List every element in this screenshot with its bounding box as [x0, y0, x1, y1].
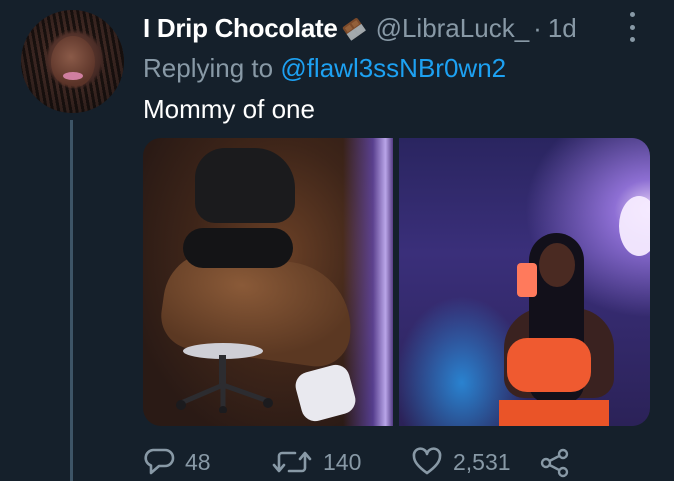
retweet-icon: [272, 451, 312, 473]
more-options-icon[interactable]: [626, 12, 638, 42]
reply-count: 48: [185, 449, 211, 475]
tweet-text: Mommy of one: [143, 94, 315, 124]
avatar-lips: [63, 72, 83, 80]
photo-left-chair: [176, 343, 273, 413]
photo-right-head: [539, 243, 575, 287]
photo-right-lamp: [619, 196, 650, 256]
photo-right-pants: [499, 400, 609, 426]
tweet-header: I Drip Chocolate @LibraLuck_ · 1d: [143, 11, 577, 45]
display-name[interactable]: I Drip Chocolate: [143, 11, 338, 45]
photo-left-bottom: [183, 228, 293, 268]
thread-connector-line: [70, 120, 73, 481]
separator-dot: ·: [533, 13, 542, 43]
replying-to-label: Replying to: [143, 53, 274, 83]
photo-right[interactable]: [399, 138, 650, 426]
replying-to-line: Replying to @flawl3ssNBr0wn2: [143, 52, 506, 84]
share-button[interactable]: [539, 444, 571, 480]
user-handle[interactable]: @LibraLuck_: [376, 11, 530, 45]
more-dot: [629, 24, 635, 30]
photo-left[interactable]: [143, 138, 393, 426]
tweet-actions-bar: 48 140 2,531: [143, 444, 663, 480]
reply-button[interactable]: 48: [143, 444, 211, 480]
replying-to-user-link[interactable]: @flawl3ssNBr0wn2: [280, 53, 506, 83]
speech-bubble-icon: [144, 448, 175, 475]
avatar[interactable]: [21, 10, 124, 113]
more-dot: [629, 37, 635, 42]
more-dot: [629, 12, 635, 17]
like-button[interactable]: 2,531: [411, 444, 511, 480]
heart-icon: [412, 447, 442, 475]
photo-right-top: [507, 338, 591, 392]
avatar-hair: [21, 10, 124, 113]
photo-left-top: [195, 148, 295, 223]
timestamp[interactable]: 1d: [548, 11, 577, 45]
like-count: 2,531: [453, 449, 511, 475]
chocolate-bar-emoji-icon: [342, 18, 366, 41]
photo-left-sock: [292, 361, 359, 425]
share-icon: [540, 448, 569, 478]
retweet-count: 140: [323, 449, 362, 475]
photo-right-phone: [517, 263, 537, 297]
retweet-button[interactable]: 140: [271, 444, 361, 480]
